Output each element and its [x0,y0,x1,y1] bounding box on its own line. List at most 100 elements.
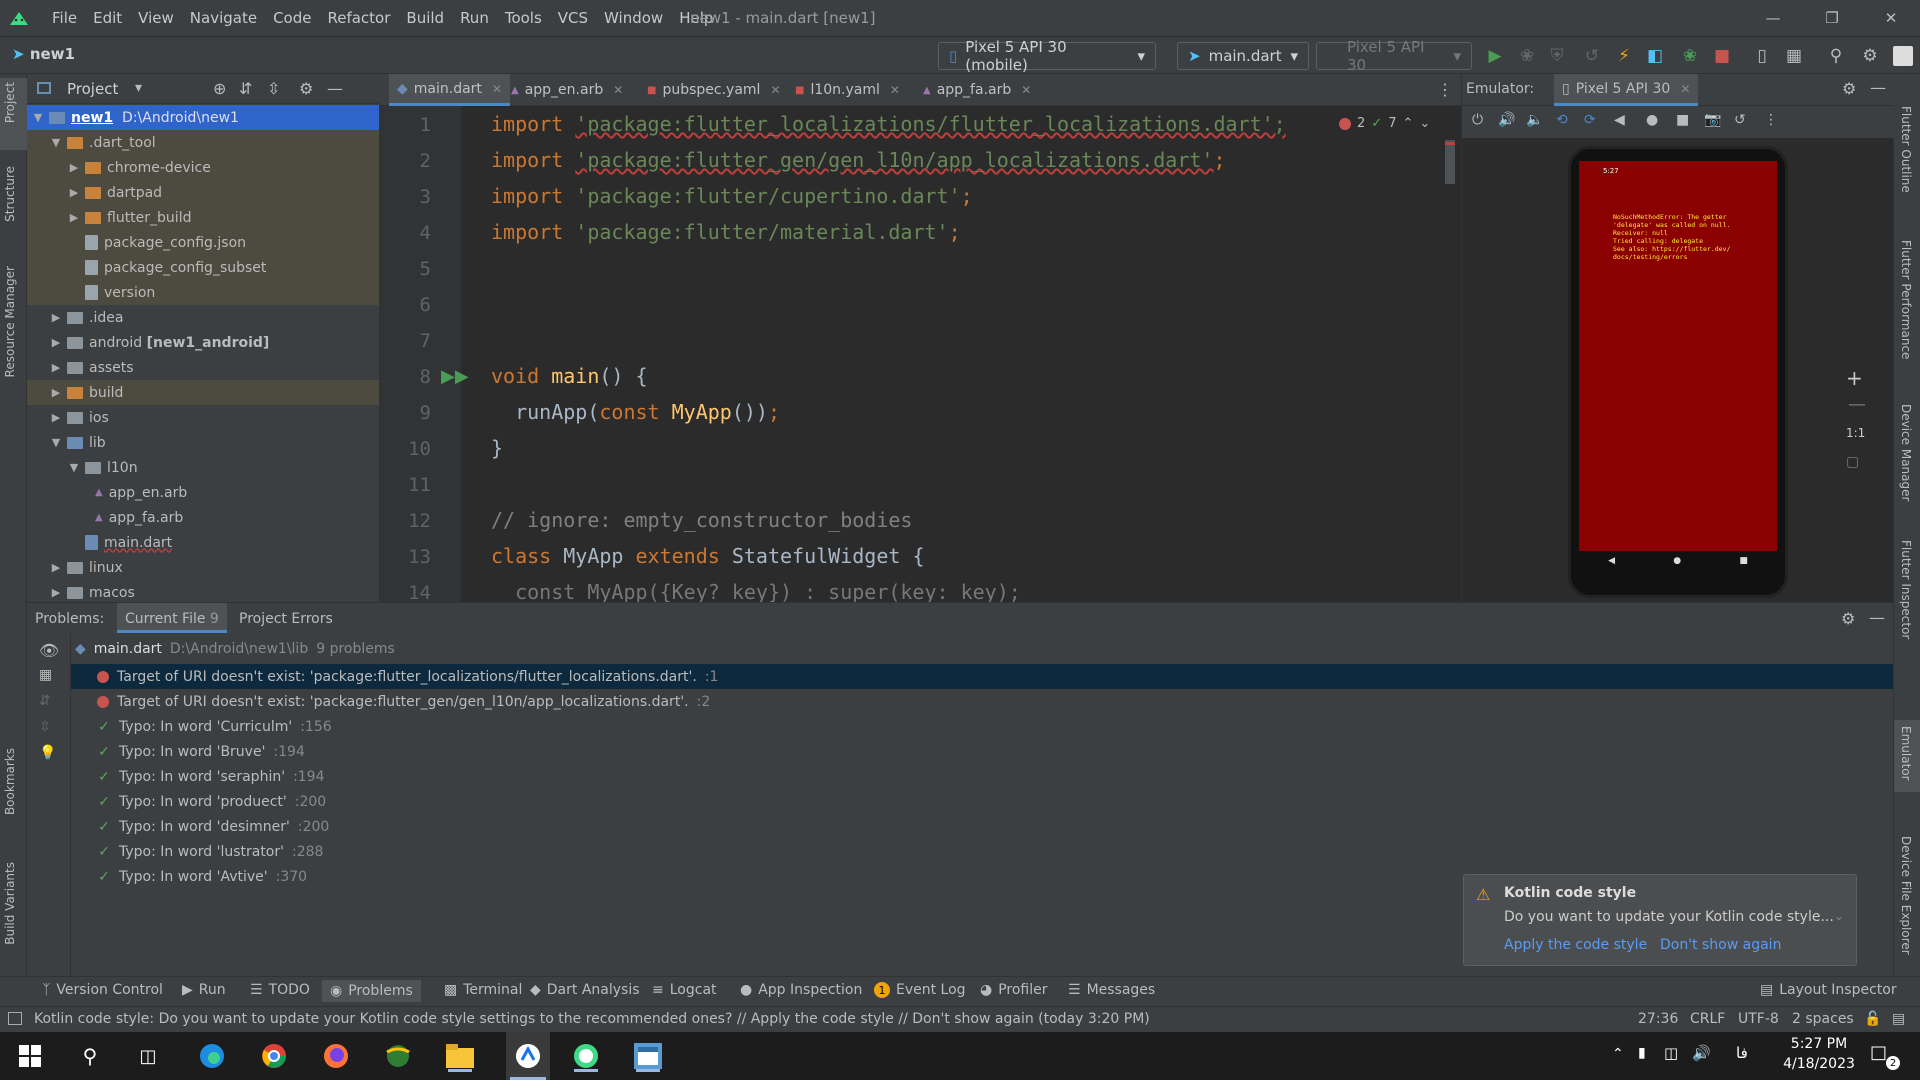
logcat-tool[interactable]: ≡ Logcat [652,982,717,998]
device-manager-icon[interactable]: ▯ [1752,46,1772,66]
device-back-icon[interactable]: ◀ [1608,556,1615,566]
problem-item[interactable]: Target of URI doesn't exist: 'package:fl… [71,664,1893,689]
event-log-tool[interactable]: 1 Event Log [874,982,966,998]
code-line-14[interactable]: const MyApp({Key? key}) : super(key: key… [491,580,1021,602]
menu-navigate[interactable]: Navigate [182,9,265,27]
todo-tool[interactable]: ☰ TODO [250,982,310,998]
hot-reload-icon[interactable]: ⚡ [1614,46,1634,66]
firefox-browser-icon[interactable] [320,1040,352,1072]
problem-item[interactable]: ✓ Typo: In word 'Bruve':194 [97,739,305,764]
tree-node-flutter-build[interactable]: ▶ flutter_build [27,205,379,230]
menu-file[interactable]: File [44,9,85,27]
file-explorer-icon[interactable] [444,1040,476,1072]
clock-date[interactable]: 4/18/2023 [1776,1056,1862,1072]
tab-app-fa-arb[interactable]: ▲ app_fa.arb ✕ [915,74,1039,106]
resource-manager-label[interactable]: Resource Manager [3,266,17,377]
flutter-outline-label[interactable]: Flutter Outline [1899,106,1913,193]
menu-window[interactable]: Window [596,9,671,27]
tree-node-l10n[interactable]: ▼ l10n [27,455,379,480]
flutter-performance-label[interactable]: Flutter Performance [1899,240,1913,359]
search-icon[interactable]: ⚲ [1826,46,1846,66]
hide-panel-icon[interactable]: — [327,79,343,98]
file-encoding[interactable]: UTF-8 [1738,1011,1779,1027]
collapse-all-icon[interactable]: ⇳ [267,79,280,98]
structure-tool-label[interactable]: Structure [3,166,17,222]
project-breadcrumb[interactable]: ➤ new1 [12,45,75,63]
snapshot-icon[interactable]: ↺ [1734,112,1746,128]
settings-gear-icon[interactable]: ⚙ [1860,46,1880,66]
zoom-actual-size[interactable]: 1:1 [1846,426,1865,440]
bookmarks-label[interactable]: Bookmarks [3,748,17,815]
user-avatar-icon[interactable] [1893,46,1913,66]
tree-node-version[interactable]: version [27,280,379,305]
run-config-selector[interactable]: ➤ main.dart ▾ [1177,42,1309,70]
code-line-9[interactable]: runApp(const MyApp()); [491,400,780,424]
restore-button[interactable]: ❐ [1803,0,1861,36]
tab-project-errors[interactable]: Project Errors [239,611,333,627]
tree-node-idea[interactable]: ▶ .idea [27,305,379,330]
sdk-manager-icon[interactable]: ▦ [1784,46,1804,66]
menu-code[interactable]: Code [265,9,319,27]
tab-current-file[interactable]: Current File 9 [117,603,227,633]
zoom-in-icon[interactable]: + [1846,366,1863,390]
close-tab-icon[interactable]: ✕ [1680,82,1690,96]
volume-up-icon[interactable]: 🔊 [1498,112,1515,128]
menu-tools[interactable]: Tools [497,9,550,27]
device-home-icon[interactable]: ● [1673,556,1681,566]
project-tool-label[interactable]: Project [3,82,17,123]
run-icon[interactable]: ▶ [1485,46,1505,66]
device-file-explorer-label[interactable]: Device File Explorer [1899,836,1913,955]
emulator-label[interactable]: Emulator [1899,726,1913,781]
close-tab-icon[interactable]: ✕ [770,83,780,97]
project-view-title[interactable]: Project [67,80,118,98]
inspection-widget[interactable]: 2 ✓ 7 ⌃ ⌄ [1335,116,1435,131]
android-studio-taskbar-icon[interactable] [506,1032,550,1080]
lock-icon[interactable]: 🔓 [1864,1011,1881,1027]
tree-node-root[interactable]: ▼ new1 D:\Android\new1 [27,105,379,130]
battery-icon[interactable]: ▮ [1638,1045,1646,1061]
version-control-tool[interactable]: ᛉ Version Control [42,982,163,998]
tree-node-assets[interactable]: ▶ assets [27,355,379,380]
close-tab-icon[interactable]: ✕ [1021,83,1031,97]
problem-item[interactable]: ✓ Typo: In word 'produect':200 [97,789,326,814]
eye-icon[interactable]: 👁 [39,641,59,660]
next-problem-icon[interactable]: ⌄ [1419,116,1430,131]
zoom-fit-icon[interactable]: ▢ [1846,454,1859,470]
volume-icon[interactable]: 🔊 [1692,1044,1711,1062]
status-message[interactable]: Kotlin code style: Do you want to update… [34,1011,1150,1027]
settings-gear-icon[interactable]: ⚙ [299,79,313,98]
problem-item[interactable]: ✓ Typo: In word 'Curriculm':156 [97,714,332,739]
tree-node-build[interactable]: ▶ build [27,380,379,405]
indent-setting[interactable]: 2 spaces [1792,1011,1854,1027]
menu-run[interactable]: Run [452,9,497,27]
minimize-button[interactable]: — [1744,0,1802,36]
problems-file-node[interactable]: ◆ main.dart D:\Android\new1\lib 9 proble… [75,641,395,657]
messages-tool[interactable]: ☰ Messages [1068,982,1155,998]
tab-main-dart[interactable]: ◆ main.dart ✕ [389,74,510,106]
menu-refactor[interactable]: Refactor [319,9,398,27]
debug-icon[interactable]: ❀ [1517,46,1537,66]
app-icon[interactable] [570,1040,602,1072]
tree-node-package-config-json[interactable]: package_config.json [27,230,379,255]
layout-inspector-tool[interactable]: ▤ Layout Inspector [1760,982,1897,998]
collapse-icon[interactable]: ⇳ [39,719,51,735]
app-inspection-tool[interactable]: ● App Inspection [740,982,862,998]
code-line-13[interactable]: class MyApp extends StatefulWidget { [491,544,924,568]
code-line-8[interactable]: void main() { [491,364,648,388]
home-icon[interactable]: ● [1646,112,1658,128]
problems-tool[interactable]: ◉ Problems [322,980,421,1002]
tree-node-lib[interactable]: ▼ lib [27,430,379,455]
screenshot-icon[interactable]: 📷 [1704,112,1721,128]
device-screen[interactable]: 5:27 NoSuchMethodError: The getter 'dele… [1579,161,1777,571]
edge-browser-icon[interactable] [196,1040,228,1072]
code-line-10[interactable]: } [491,436,503,460]
code-line-1[interactable]: import 'package:flutter_localizations/fl… [491,112,1286,136]
close-tab-icon[interactable]: ✕ [890,83,900,97]
expand-all-icon[interactable]: ⇵ [239,79,252,98]
search-icon[interactable]: ⚲ [74,1040,106,1072]
line-separator[interactable]: CRLF [1690,1011,1725,1027]
profile-icon[interactable]: ↺ [1582,46,1602,66]
editor-scrollbar[interactable] [1445,140,1455,184]
power-icon[interactable]: ⏻ [1472,112,1483,128]
code-line-12[interactable]: // ignore: empty_constructor_bodies [491,508,912,532]
